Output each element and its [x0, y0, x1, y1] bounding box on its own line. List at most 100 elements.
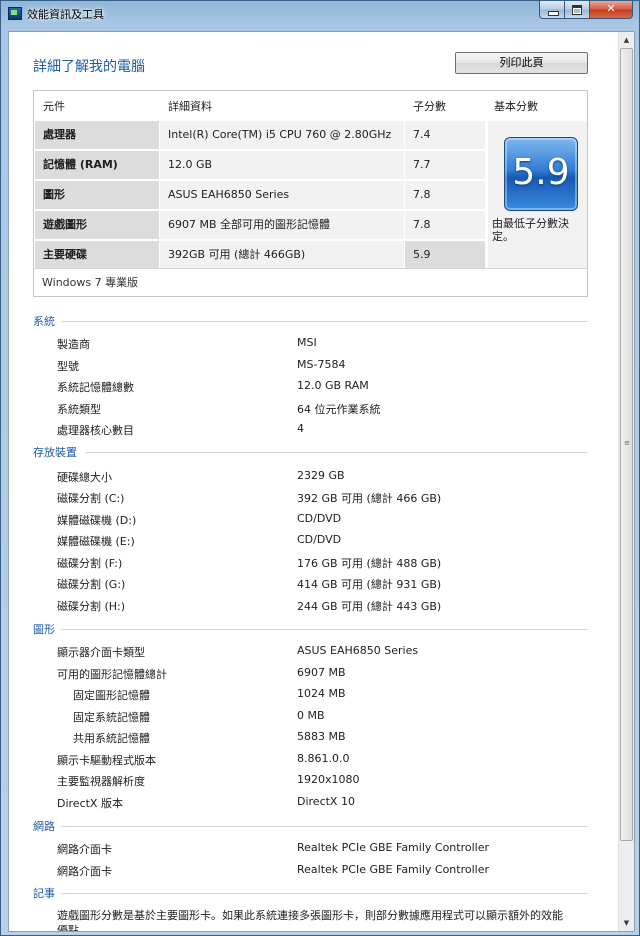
component-details: ASUS EAH6850 Series	[160, 181, 404, 209]
graphics-label: 可用的圖形記憶體總計	[57, 668, 167, 681]
section-divider	[61, 826, 588, 827]
storage-value: 176 GB 可用 (總計 488 GB)	[297, 557, 442, 570]
close-icon: ✕	[606, 2, 616, 15]
system-label: 製造商	[57, 338, 90, 351]
system-value: MS-7584	[297, 358, 346, 371]
network-value: Realtek PCIe GBE Family Controller	[297, 863, 490, 876]
storage-value: CD/DVD	[297, 533, 342, 546]
graphics-value: 1920x1080	[297, 773, 360, 786]
page-content: 詳細了解我的電腦 列印此頁 元件 詳細資料 子分數 基本分數 處理器 Intel…	[9, 32, 618, 931]
storage-label: 磁碟分割 (H:)	[57, 600, 126, 613]
graphics-value: 8.861.0.0	[297, 752, 350, 765]
component-details: 12.0 GB	[160, 151, 404, 179]
component-name: 遊戲圖形	[35, 211, 159, 239]
window-frame: 效能資訊及工具 ✕ 詳細了解我的電腦 列印此頁 元件 詳細資料 子分數 基本分數…	[0, 0, 640, 936]
page-title: 詳細了解我的電腦	[33, 59, 145, 75]
score-row-memory: 記憶體 (RAM) 12.0 GB 7.7	[35, 151, 485, 179]
minimize-button[interactable]	[539, 1, 565, 19]
section-divider	[85, 452, 588, 453]
score-table: 元件 詳細資料 子分數 基本分數 處理器 Intel(R) Core(TM) i…	[33, 90, 588, 297]
section-divider	[61, 629, 588, 630]
caption-buttons: ✕	[539, 1, 633, 19]
component-details: Intel(R) Core(TM) i5 CPU 760 @ 2.80GHz	[160, 121, 404, 149]
storage-label: 硬碟總大小	[57, 471, 112, 484]
system-label: 系統記憶體總數	[57, 381, 134, 394]
network-label: 網路介面卡	[57, 843, 112, 856]
column-header-component: 元件	[43, 100, 65, 113]
graphics-value: DirectX 10	[297, 795, 355, 808]
section-title-storage: 存放裝置	[33, 446, 77, 459]
score-row-processor: 處理器 Intel(R) Core(TM) i5 CPU 760 @ 2.80G…	[35, 121, 485, 149]
storage-value: 414 GB 可用 (總計 931 GB)	[297, 578, 442, 591]
scroll-up-arrow-icon[interactable]: ▲	[619, 32, 634, 48]
client-area: 詳細了解我的電腦 列印此頁 元件 詳細資料 子分數 基本分數 處理器 Intel…	[8, 31, 635, 932]
graphics-value: ASUS EAH6850 Series	[297, 644, 419, 657]
vertical-scrollbar[interactable]: ▲ ≡ ▼	[618, 32, 634, 931]
graphics-label: 固定系統記憶體	[73, 711, 150, 724]
system-label: 處理器核心數目	[57, 424, 134, 437]
column-header-details: 詳細資料	[168, 100, 212, 113]
component-name: 主要硬碟	[35, 241, 159, 269]
column-header-base-score: 基本分數	[494, 100, 538, 113]
graphics-label: 主要監視器解析度	[57, 775, 145, 788]
system-value: 4	[297, 422, 304, 435]
graphics-label: 共用系統記憶體	[73, 732, 150, 745]
scroll-down-arrow-icon[interactable]: ▼	[619, 915, 634, 931]
section-title-graphics: 圖形	[33, 623, 55, 636]
graphics-value: 1024 MB	[297, 687, 346, 700]
section-divider	[61, 321, 588, 322]
network-value: Realtek PCIe GBE Family Controller	[297, 841, 490, 854]
system-value: 64 位元作業系統	[297, 403, 381, 416]
windows-edition: Windows 7 專業版	[34, 268, 587, 296]
storage-value: 392 GB 可用 (總計 466 GB)	[297, 492, 442, 505]
component-details: 6907 MB 全部可用的圖形記憶體	[160, 211, 404, 239]
component-details: 392GB 可用 (總計 466GB)	[160, 241, 404, 269]
title-bar[interactable]: 效能資訊及工具 ✕	[1, 1, 639, 25]
component-subscore: 7.8	[405, 211, 485, 239]
close-button[interactable]: ✕	[590, 1, 633, 19]
system-label: 系統類型	[57, 403, 101, 416]
network-label: 網路介面卡	[57, 865, 112, 878]
print-page-button[interactable]: 列印此頁	[455, 52, 588, 74]
graphics-label: 固定圖形記憶體	[73, 689, 150, 702]
base-score-caption: 由最低子分數決定。	[492, 217, 569, 243]
maximize-button[interactable]	[565, 1, 590, 19]
graphics-label: 顯示器介面卡類型	[57, 646, 145, 659]
window-title: 效能資訊及工具	[27, 8, 104, 21]
storage-label: 磁碟分割 (F:)	[57, 557, 123, 570]
performance-app-icon	[8, 7, 22, 20]
score-row-graphics: 圖形 ASUS EAH6850 Series 7.8	[35, 181, 485, 209]
component-subscore: 7.8	[405, 181, 485, 209]
score-row-primary-disk: 主要硬碟 392GB 可用 (總計 466GB) 5.9	[35, 241, 485, 269]
component-name: 圖形	[35, 181, 159, 209]
component-name: 處理器	[35, 121, 159, 149]
storage-value: CD/DVD	[297, 512, 342, 525]
section-title-network: 網路	[33, 820, 55, 833]
storage-label: 媒體磁碟機 (D:)	[57, 514, 137, 527]
graphics-label: 顯示卡驅動程式版本	[57, 754, 156, 767]
system-value: 12.0 GB RAM	[297, 379, 369, 392]
storage-label: 媒體磁碟機 (E:)	[57, 535, 135, 548]
section-title-system: 系統	[33, 315, 55, 328]
component-subscore: 5.9	[405, 241, 485, 269]
graphics-value: 6907 MB	[297, 666, 346, 679]
storage-label: 磁碟分割 (C:)	[57, 492, 125, 505]
graphics-value: 5883 MB	[297, 730, 346, 743]
system-label: 型號	[57, 360, 79, 373]
base-score-panel: 5.9 由最低子分數決定。	[488, 121, 587, 268]
grip-icon: ≡	[624, 439, 630, 447]
scrollbar-thumb[interactable]: ≡	[620, 48, 633, 841]
storage-value: 2329 GB	[297, 469, 345, 482]
score-row-gaming-graphics: 遊戲圖形 6907 MB 全部可用的圖形記憶體 7.8	[35, 211, 485, 239]
section-title-notes: 記事	[33, 887, 55, 900]
graphics-label: DirectX 版本	[57, 797, 123, 810]
system-value: MSI	[297, 336, 317, 349]
storage-value: 244 GB 可用 (總計 443 GB)	[297, 600, 442, 613]
component-name: 記憶體 (RAM)	[35, 151, 159, 179]
base-score-badge: 5.9	[504, 137, 578, 211]
column-header-subscore: 子分數	[413, 100, 446, 113]
component-subscore: 7.7	[405, 151, 485, 179]
section-divider	[61, 893, 588, 894]
component-subscore: 7.4	[405, 121, 485, 149]
notes-text: 遊戲圖形分數是基於主要圖形卡。如果此系統連接多張圖形卡，則部分數據應用程式可以顯…	[57, 909, 563, 932]
